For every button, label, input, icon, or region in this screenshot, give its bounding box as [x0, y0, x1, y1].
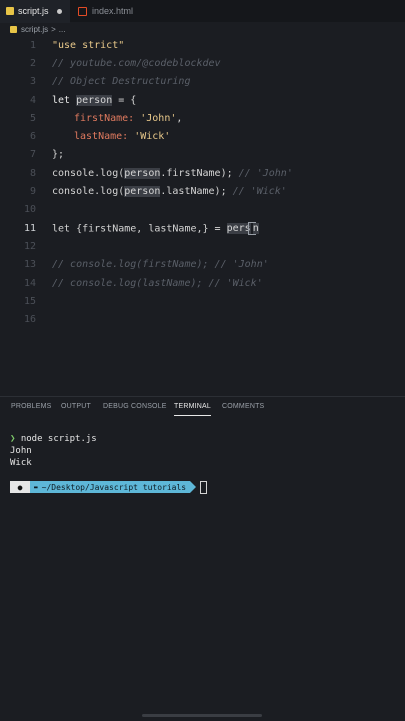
editor-tab-bar: script.js index.html: [0, 0, 405, 23]
terminal-output[interactable]: ❯ node script.js John Wick: [10, 433, 97, 469]
destructuring-statement: let {firstName, lastName,} =: [52, 223, 227, 234]
variable-highlight: person: [76, 94, 113, 106]
variable-highlight: person: [124, 185, 161, 197]
tab-script-js[interactable]: script.js: [0, 0, 70, 23]
code-comment: // console.log(lastName); // 'Wick': [52, 277, 263, 289]
tab-output[interactable]: OUTPUT: [61, 403, 91, 410]
code-line: 4 let person = {: [0, 91, 405, 109]
panel-tabs: PROBLEMS OUTPUT DEBUG CONSOLE TERMINAL C…: [0, 397, 405, 419]
breadcrumb-file[interactable]: script.js: [21, 25, 48, 34]
tab-problems[interactable]: PROBLEMS: [11, 403, 52, 410]
line-number: 1: [29, 39, 36, 51]
code-line: 13 // console.log(firstName); // 'John': [0, 255, 405, 273]
tab-debug-console[interactable]: DEBUG CONSOLE: [103, 403, 167, 410]
tab-terminal[interactable]: TERMINAL: [174, 403, 211, 416]
code-line: 15: [0, 292, 405, 310]
code-line-current: 11 let {firstName, lastName,} = pers n: [0, 219, 405, 237]
code-line: 9 console.log(person.lastName); // 'Wick…: [0, 182, 405, 200]
code-call: console.log(: [52, 167, 125, 179]
line-number: 10: [23, 203, 36, 215]
breadcrumb-separator: >: [51, 24, 56, 34]
code-text: console.log(person.lastName); // 'Wick': [52, 185, 287, 197]
code-text: "use strict": [52, 39, 125, 51]
code-line: 10: [0, 200, 405, 218]
apple-icon: ●: [10, 481, 30, 493]
javascript-file-icon: [6, 7, 14, 15]
code-text: };: [52, 148, 65, 160]
code-line: 1 "use strict": [0, 36, 405, 54]
code-line: 3 // Object Destructuring: [0, 72, 405, 90]
line-number: 8: [29, 167, 36, 179]
terminal-line: Wick: [10, 458, 32, 468]
line-number: 2: [29, 57, 36, 69]
code-punct: ,: [176, 112, 183, 124]
line-number: 5: [29, 112, 36, 124]
tab-comments[interactable]: COMMENTS: [222, 403, 264, 410]
home-indicator: [142, 714, 262, 717]
line-number: 16: [23, 313, 36, 325]
code-line: 7 };: [0, 145, 405, 163]
code-line: 6 lastName: 'Wick': [0, 127, 405, 145]
string-value: 'Wick': [128, 130, 171, 142]
code-call: console.log(: [52, 185, 125, 197]
variable-highlight-tail: n: [252, 223, 259, 234]
powerline-arrow: [190, 481, 197, 493]
code-punct: = {: [112, 94, 137, 106]
line-number: 15: [23, 295, 36, 307]
property-key: firstName:: [74, 112, 135, 124]
bottom-panel: PROBLEMS OUTPUT DEBUG CONSOLE TERMINAL C…: [0, 396, 405, 721]
code-line: 5 firstName: 'John',: [0, 109, 405, 127]
tab-label: index.html: [92, 6, 134, 16]
string-value: 'John': [134, 112, 177, 124]
line-number: 4: [29, 94, 36, 106]
code-comment: // 'Wick': [232, 185, 287, 197]
line-number: 13: [23, 258, 36, 270]
tab-label: script.js: [18, 6, 49, 16]
code-comment: // youtube.com/@codeblockdev: [52, 57, 221, 69]
line-number: 6: [29, 130, 36, 142]
code-text: console.log(person.firstName); // 'John': [52, 167, 293, 179]
code-text: let person = {: [52, 94, 137, 106]
code-line: 16: [0, 310, 405, 328]
unsaved-dot-icon[interactable]: [57, 8, 62, 14]
line-number: 7: [29, 148, 36, 160]
code-comment: // 'John': [238, 167, 293, 179]
prompt-chevron-icon: ❯: [10, 434, 16, 444]
breadcrumb-more[interactable]: ...: [59, 25, 66, 34]
terminal-command: node script.js: [20, 434, 97, 444]
code-line: 8 console.log(person.firstName); // 'Joh…: [0, 164, 405, 182]
code-member: .firstName);: [160, 167, 239, 179]
code-comment: // Object Destructuring: [52, 75, 191, 87]
prompt-path-segment: ▬ ~/Desktop/Javascript tutorials: [30, 481, 191, 493]
terminal-line: ❯ node script.js: [10, 433, 97, 445]
property-key: lastName:: [74, 130, 129, 142]
line-number: 11: [23, 222, 36, 234]
terminal-prompt: ● ▬ ~/Desktop/Javascript tutorials: [10, 480, 208, 494]
terminal-line: John: [10, 446, 32, 456]
code-comment: // console.log(firstName); // 'John': [52, 258, 269, 270]
code-member: .lastName);: [160, 185, 233, 197]
javascript-file-icon: [10, 25, 17, 33]
code-line: 14 // console.log(lastName); // 'Wick': [0, 274, 405, 292]
tab-index-html[interactable]: index.html: [72, 0, 142, 22]
code-text: let {firstName, lastName,} = pers n: [52, 221, 259, 235]
variable-highlight: person: [124, 167, 161, 179]
keyword: let: [52, 94, 77, 106]
code-line: 2 // youtube.com/@codeblockdev: [0, 54, 405, 72]
html-file-icon: [78, 6, 87, 16]
breadcrumb: script.js > ...: [0, 22, 405, 36]
code-editor[interactable]: 1 "use strict" 2 // youtube.com/@codeblo…: [0, 36, 405, 396]
line-number: 14: [23, 277, 36, 289]
line-number: 3: [29, 75, 36, 87]
folder-icon: ▬: [34, 483, 38, 491]
line-number: 9: [29, 185, 36, 197]
code-text: lastName: 'Wick': [52, 131, 170, 142]
line-number: 12: [23, 240, 36, 252]
prompt-path: ~/Desktop/Javascript tutorials: [41, 482, 187, 492]
code-text: firstName: 'John',: [52, 113, 182, 124]
terminal-cursor[interactable]: [200, 480, 208, 494]
code-line: 12: [0, 237, 405, 255]
